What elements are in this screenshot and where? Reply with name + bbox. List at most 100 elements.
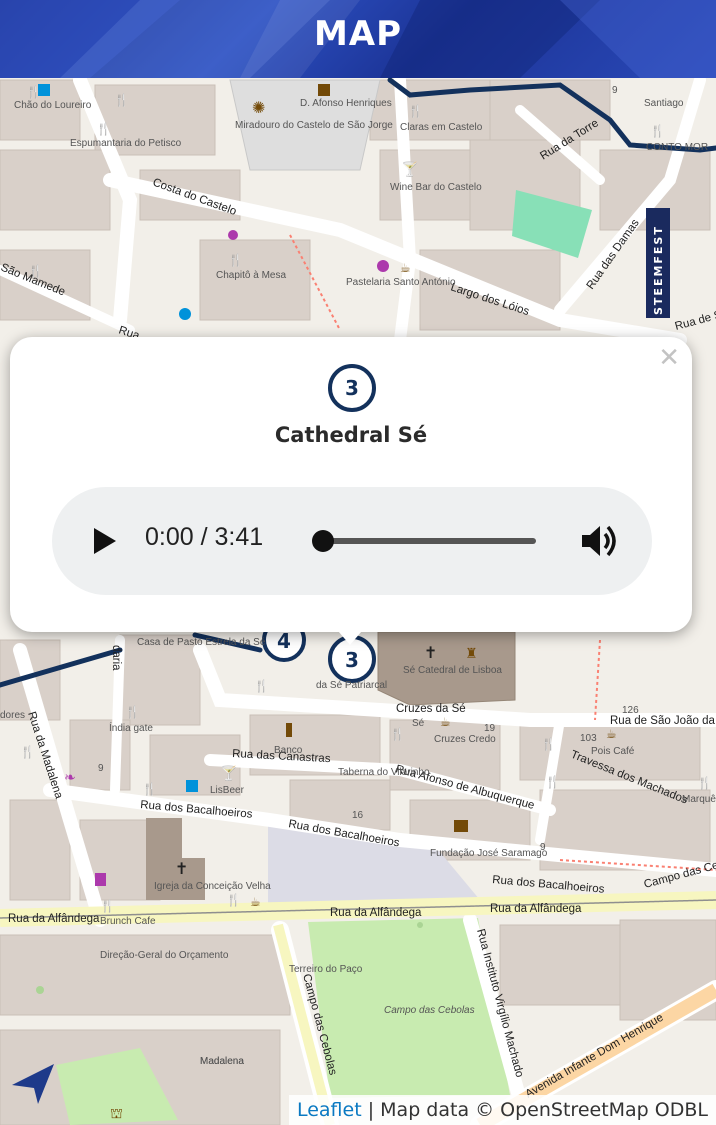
restaurant-icon: 🍴 xyxy=(697,776,712,790)
road-label: daria xyxy=(110,645,122,671)
cafe-icon: ☕ xyxy=(440,715,451,729)
app-header: MAP xyxy=(0,0,716,78)
house-number: 9 xyxy=(540,842,546,853)
attraction-icon: ♜ xyxy=(465,646,478,662)
place-label: Índia gate xyxy=(109,721,153,734)
road-label: Cruzes da Sé xyxy=(396,703,466,715)
road-label: Rua de São João da P xyxy=(610,715,716,727)
restaurant-icon: 🍴 xyxy=(254,679,269,693)
place-label: Campo das Cebolas xyxy=(384,1005,475,1016)
place-label: Madalena xyxy=(200,1056,244,1067)
restaurant-icon: 🍴 xyxy=(650,124,665,138)
place-label: Pastelaria Santo António xyxy=(346,277,456,288)
place-label: dores xyxy=(0,710,25,721)
place-label: Igreja da Conceição Velha xyxy=(154,881,271,892)
road-label: Rua da Alfândega xyxy=(330,907,422,919)
place-label: Espumantaria do Petisco xyxy=(70,138,182,149)
audio-seek-bar[interactable] xyxy=(312,530,536,552)
place-label: Chapitô à Mesa xyxy=(216,270,286,281)
play-button[interactable] xyxy=(94,528,116,554)
svg-text:4: 4 xyxy=(277,629,291,653)
church-icon: ✝ xyxy=(175,859,188,878)
stop-number-badge: 3 xyxy=(328,364,376,412)
place-label: Terreiro do Paço xyxy=(289,964,363,975)
house-number: 19 xyxy=(484,723,496,734)
fountain-icon xyxy=(179,308,191,320)
fish-shop-icon: ❧ xyxy=(64,770,76,786)
map-attribution: Leaflet | Map data © OpenStreetMap ODBL xyxy=(288,1095,716,1125)
place-label: Miradouro do Castelo de São Jorge xyxy=(235,120,393,131)
viewpoint-icon: ✺ xyxy=(252,98,265,117)
volume-icon[interactable] xyxy=(580,521,620,561)
restaurant-icon: 🍴 xyxy=(96,122,111,136)
toilets-icon xyxy=(38,84,50,96)
cafe-icon: ☕ xyxy=(606,727,617,741)
place-label: D. Afonso Henriques xyxy=(300,98,392,109)
svg-text:3: 3 xyxy=(345,648,359,672)
page-title: MAP xyxy=(313,14,403,54)
restaurant-icon: 🍴 xyxy=(114,93,129,107)
bank-icon xyxy=(286,723,292,737)
restaurant-icon: 🍴 xyxy=(545,775,560,789)
restaurant-icon: 🍴 xyxy=(226,893,241,907)
place-label: Banco xyxy=(274,745,303,756)
close-button[interactable]: ✕ xyxy=(658,343,680,373)
monument-icon: ⛫ xyxy=(110,1106,123,1122)
restaurant-icon: 🍴 xyxy=(125,705,140,719)
house-number: 9 xyxy=(98,763,104,774)
attribution-separator: | xyxy=(367,1099,375,1121)
church-icon: ✝ xyxy=(424,643,437,662)
monument-icon xyxy=(318,84,330,96)
road-label: Rua da Alfândega xyxy=(490,903,582,915)
cafe-icon: ☕ xyxy=(400,261,411,275)
popup-pointer xyxy=(333,625,367,645)
museum-icon xyxy=(454,820,468,832)
house-number: 103 xyxy=(580,733,597,744)
place-label: Fundação José Saramago xyxy=(430,848,548,859)
bakery-icon xyxy=(377,260,389,272)
place-label: CONTO MOR xyxy=(646,142,708,153)
house-number: 9 xyxy=(612,85,618,96)
restaurant-icon: 🍴 xyxy=(20,745,35,759)
restaurant-icon: 🍴 xyxy=(228,253,243,267)
gift-shop-icon xyxy=(228,230,238,240)
bar-icon: 🍸 xyxy=(220,764,237,782)
place-label: da Sé Patriarcal xyxy=(316,680,387,691)
map-data-credit: Map data © OpenStreetMap ODBL xyxy=(380,1099,708,1121)
place-label: Casa de Pasto Estrela da Sé xyxy=(137,637,266,648)
place-label: Cruzes Credo xyxy=(434,734,496,745)
house-number: 126 xyxy=(622,705,639,716)
place-label: Brunch Cafe xyxy=(100,916,156,927)
restaurant-icon: 🍴 xyxy=(28,264,43,278)
audio-time: 0:00 / 3:41 xyxy=(145,523,264,551)
pharmacy-icon xyxy=(95,873,106,886)
locate-me-icon[interactable] xyxy=(10,1058,58,1106)
seek-thumb[interactable] xyxy=(312,530,334,552)
place-label: LisBeer xyxy=(210,785,245,796)
restaurant-icon: 🍴 xyxy=(541,737,556,751)
leaflet-link[interactable]: Leaflet xyxy=(297,1099,362,1121)
house-number: 16 xyxy=(352,810,364,821)
info-icon xyxy=(186,780,198,792)
place-label: Pois Café xyxy=(591,746,635,757)
place-label: Taberna do Vilarinho xyxy=(338,767,430,778)
place-label: Claras em Castelo xyxy=(400,122,483,133)
road-label: Rua da Alfândega xyxy=(8,913,100,925)
place-label: Direção-Geral do Orçamento xyxy=(100,950,229,961)
restaurant-icon: 🍴 xyxy=(142,782,157,796)
place-label: Chão do Loureiro xyxy=(14,100,92,111)
place-label: Wine Bar do Castelo xyxy=(390,182,482,193)
bar-icon: 🍸 xyxy=(401,160,418,178)
place-label: Sé xyxy=(412,718,425,729)
place-label: Marquês da Sé xyxy=(682,794,716,805)
audio-player: 0:00 / 3:41 xyxy=(52,487,652,595)
restaurant-icon: 🍴 xyxy=(408,104,423,118)
stop-info-popup: ✕ 3 Cathedral Sé 0:00 / 3:41 xyxy=(10,337,692,632)
stop-name: Cathedral Sé xyxy=(274,423,428,447)
place-label: Santiago xyxy=(644,98,684,109)
restaurant-icon: 🍴 xyxy=(100,899,115,913)
cafe-icon: ☕ xyxy=(250,895,261,909)
steemfest-label: STEEMFEST xyxy=(652,225,665,315)
restaurant-icon: 🍴 xyxy=(390,727,405,741)
place-label: Sé Catedral de Lisboa xyxy=(403,665,502,676)
